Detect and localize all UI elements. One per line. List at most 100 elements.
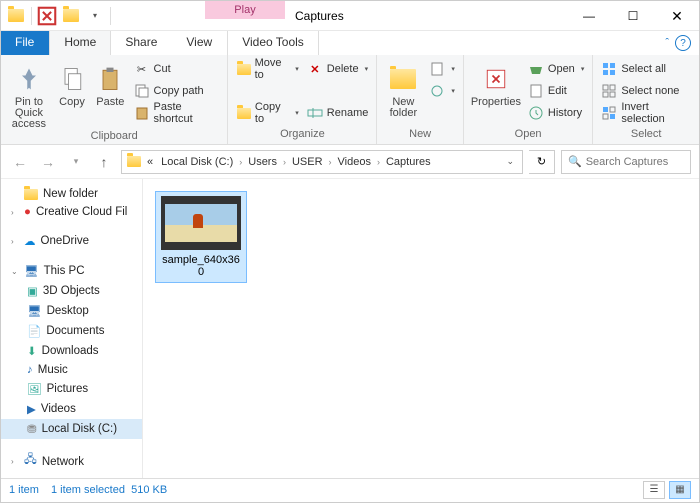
contextual-tab-group: Play [205, 1, 285, 30]
app-icon[interactable] [5, 5, 27, 27]
breadcrumb[interactable]: Local Disk (C:) [158, 156, 236, 168]
tab-file[interactable]: File [1, 31, 49, 55]
ribbon-group-select: Select all Select none Invert selection … [593, 55, 699, 144]
tab-share[interactable]: Share [111, 31, 172, 55]
edit-button[interactable]: Edit [526, 81, 586, 101]
copy-path-button[interactable]: Copy path [132, 81, 222, 101]
tab-video-tools[interactable]: Video Tools [227, 31, 319, 55]
pictures-icon: 🖼 [27, 382, 42, 396]
onedrive-icon: ☁ [24, 234, 36, 248]
cut-button[interactable]: ✂Cut [132, 59, 222, 79]
select-all-button[interactable]: Select all [599, 59, 693, 79]
close-button[interactable]: ✕ [655, 1, 699, 31]
maximize-button[interactable]: ☐ [611, 1, 655, 31]
details-view-button[interactable]: ☰ [643, 481, 665, 499]
tree-documents[interactable]: 📄Documents [1, 321, 142, 341]
downloads-icon: ⬇ [27, 344, 37, 358]
tree-onedrive[interactable]: ›☁OneDrive [1, 231, 142, 251]
creative-cloud-icon: ● [24, 206, 31, 218]
minimize-button[interactable]: — [567, 1, 611, 31]
tab-home[interactable]: Home [49, 31, 111, 55]
nav-up-button[interactable]: ↑ [93, 151, 115, 173]
tree-videos[interactable]: ▶Videos [1, 399, 142, 419]
qat-properties-icon[interactable] [36, 5, 58, 27]
objects3d-icon: ▣ [27, 284, 38, 298]
invert-selection-icon [601, 105, 617, 121]
delete-button[interactable]: ✕Delete▾ [305, 59, 371, 79]
navigation-tree[interactable]: New folder ›●Creative Cloud Fil ›☁OneDri… [1, 179, 143, 478]
paste-button[interactable]: Paste [93, 59, 127, 108]
copy-to-button[interactable]: Copy to▾ [234, 103, 300, 123]
tree-desktop[interactable]: 🖥Desktop [1, 301, 142, 321]
tree-new-folder[interactable]: New folder [1, 185, 142, 203]
open-icon [528, 61, 544, 77]
rename-button[interactable]: Rename [305, 103, 371, 123]
copy-icon [56, 63, 88, 95]
address-folder-icon [126, 154, 142, 170]
file-item[interactable]: sample_640x360 [155, 191, 247, 283]
video-thumbnail [161, 196, 241, 250]
breadcrumb[interactable]: Captures [383, 156, 434, 168]
pin-to-quick-access-button[interactable]: Pin to Quick access [7, 59, 51, 130]
tree-downloads[interactable]: ⬇Downloads [1, 341, 142, 361]
title-bar: ▾ Play Captures — ☐ ✕ [1, 1, 699, 31]
properties-icon [480, 63, 512, 95]
paste-shortcut-icon [134, 105, 150, 121]
collapse-ribbon-icon[interactable]: ˆ [665, 37, 669, 49]
address-dropdown[interactable]: ⌄ [502, 156, 518, 167]
tree-this-pc[interactable]: ⌄🖥This PC [1, 261, 142, 281]
history-icon [528, 105, 544, 121]
breadcrumb[interactable]: Videos [335, 156, 374, 168]
invert-selection-button[interactable]: Invert selection [599, 103, 693, 123]
window-title: Captures [285, 1, 567, 30]
nav-back-button[interactable]: ← [9, 151, 31, 173]
history-button[interactable]: History [526, 103, 586, 123]
new-item-button[interactable]: ▾ [427, 59, 457, 79]
tree-pictures[interactable]: 🖼Pictures [1, 379, 142, 399]
documents-icon: 📄 [27, 324, 41, 338]
move-to-button[interactable]: Move to▾ [234, 59, 300, 79]
desktop-icon: 🖥 [27, 304, 42, 318]
breadcrumb[interactable]: Users [245, 156, 280, 168]
open-button[interactable]: Open▾ [526, 59, 586, 79]
new-folder-button[interactable]: New folder [383, 59, 423, 119]
ribbon-group-open: Properties Open▾ Edit History Open [464, 55, 593, 144]
copy-path-icon [134, 83, 150, 99]
address-bar-row: ← → ▾ ↑ « Local Disk (C:)› Users› USER› … [1, 145, 699, 179]
search-box[interactable]: 🔍 [561, 150, 691, 174]
refresh-button[interactable]: ↻ [529, 150, 555, 174]
select-none-icon [601, 83, 617, 99]
videos-icon: ▶ [27, 402, 36, 416]
paste-shortcut-button[interactable]: Paste shortcut [132, 103, 222, 123]
search-input[interactable] [586, 156, 684, 168]
status-item-count: 1 item [9, 484, 39, 496]
nav-recent-button[interactable]: ▾ [65, 151, 87, 173]
breadcrumb[interactable]: USER [289, 156, 326, 168]
qat-dropdown[interactable]: ▾ [84, 5, 106, 27]
copy-button[interactable]: Copy [55, 59, 89, 108]
nav-forward-button[interactable]: → [37, 151, 59, 173]
rename-icon [307, 105, 323, 121]
edit-icon [528, 83, 544, 99]
qat-new-folder-icon[interactable] [60, 5, 82, 27]
content-pane[interactable]: sample_640x360 [143, 179, 699, 478]
tree-3d-objects[interactable]: ▣3D Objects [1, 281, 142, 301]
quick-access-toolbar: ▾ [1, 1, 117, 30]
tree-music[interactable]: ♪Music [1, 361, 142, 379]
contextual-tab-play[interactable]: Play [205, 1, 285, 19]
address-bar[interactable]: « Local Disk (C:)› Users› USER› Videos› … [121, 150, 523, 174]
properties-button[interactable]: Properties [470, 59, 522, 108]
easy-access-button[interactable]: ▾ [427, 81, 457, 101]
search-icon: 🔍 [568, 155, 582, 168]
new-folder-icon [387, 63, 419, 95]
tree-network[interactable]: ›🖧Network [1, 449, 142, 474]
network-icon: 🖧 [24, 452, 37, 471]
window-controls: — ☐ ✕ [567, 1, 699, 30]
select-none-button[interactable]: Select none [599, 81, 693, 101]
help-icon[interactable]: ? [675, 35, 691, 51]
tree-creative-cloud[interactable]: ›●Creative Cloud Fil [1, 203, 142, 221]
tree-local-disk[interactable]: ⛃Local Disk (C:) [1, 419, 142, 439]
tab-view[interactable]: View [172, 31, 227, 55]
icons-view-button[interactable]: ▦ [669, 481, 691, 499]
pin-icon [13, 63, 45, 95]
